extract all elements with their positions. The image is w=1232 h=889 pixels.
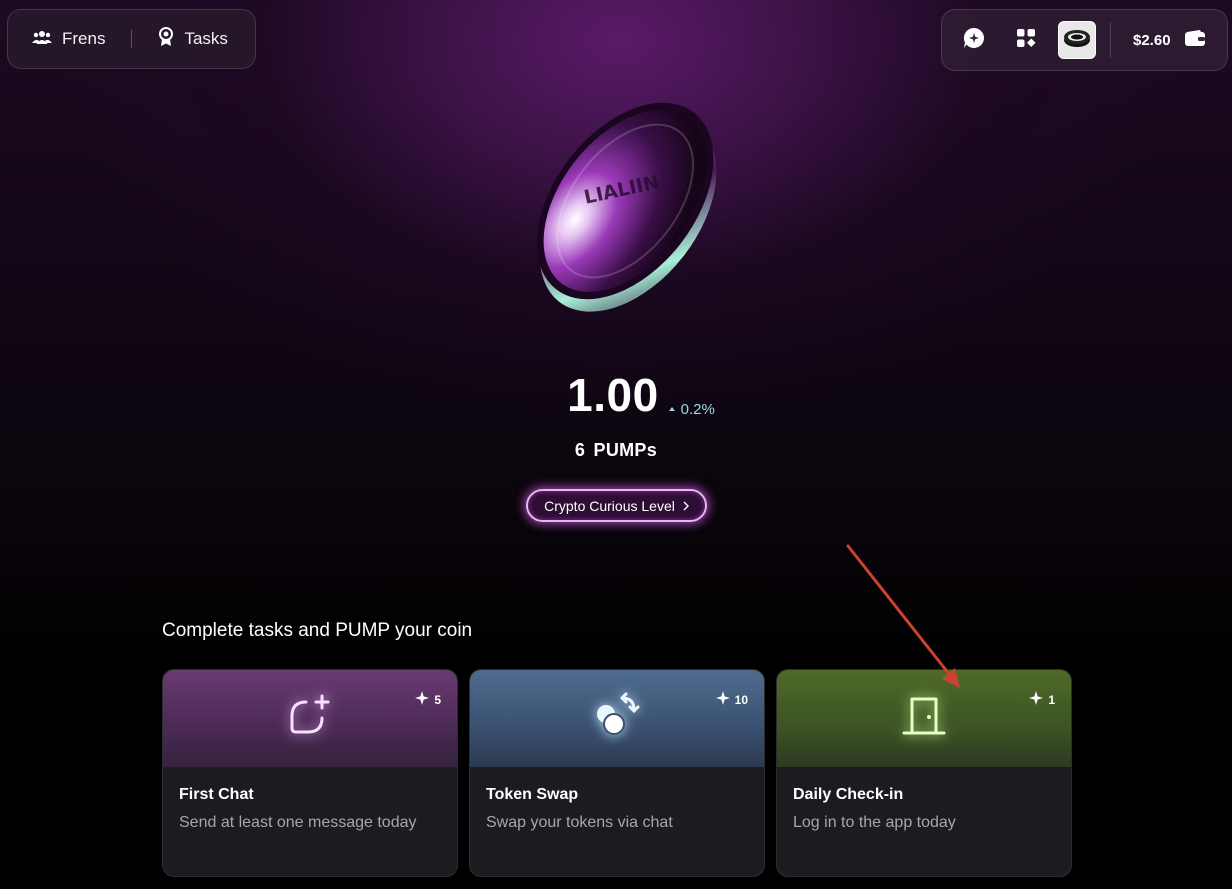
coin-change: 0.2%	[668, 400, 715, 418]
sparkle-icon	[1029, 691, 1044, 708]
task-points: 10	[715, 691, 748, 708]
sparkle-icon	[415, 691, 430, 708]
coin-stats: 1.00 0.2%	[0, 368, 1232, 422]
nav-divider	[131, 30, 133, 48]
task-points-value: 5	[434, 692, 441, 707]
chat-plus-icon	[286, 694, 334, 743]
coin-value: 1.00	[567, 369, 659, 421]
apps-button[interactable]	[1008, 22, 1044, 58]
wallet-balance: $2.60	[1133, 31, 1171, 49]
task-points: 5	[415, 691, 441, 708]
task-card-daily-check-in[interactable]: 1 Daily Check-in Log in to the app today	[776, 669, 1072, 877]
task-card-banner: 1	[777, 670, 1071, 767]
task-points: 1	[1029, 691, 1055, 708]
coin-change-value: 0.2%	[680, 400, 715, 418]
task-title: Token Swap	[486, 786, 579, 803]
door-icon	[902, 695, 946, 742]
top-toolbar: $2.60	[941, 9, 1228, 71]
nav-tasks-label: Tasks	[184, 29, 228, 48]
sparkle-icon	[715, 691, 730, 708]
swap-coins-icon	[592, 692, 642, 745]
wallet-icon	[1184, 30, 1205, 50]
nav-frens-label: Frens	[62, 29, 106, 48]
task-description: Send at least one message today	[179, 814, 417, 831]
task-description: Log in to the app today	[793, 814, 956, 831]
top-nav: Frens Tasks	[7, 9, 256, 69]
task-points-value: 1	[1048, 692, 1055, 707]
wallet-balance-button[interactable]: $2.60	[1133, 30, 1205, 50]
coin-avatar-icon	[1062, 27, 1092, 54]
users-icon	[32, 29, 52, 50]
coin-image: LIALIIN	[510, 88, 740, 324]
task-title: First Chat	[179, 786, 254, 803]
toolbar-divider	[1110, 22, 1111, 58]
nav-frens[interactable]: Frens	[32, 29, 105, 50]
task-card-token-swap[interactable]: 10 Token Swap Swap your tokens via chat	[469, 669, 765, 877]
award-icon	[158, 26, 174, 52]
chevron-right-icon	[683, 498, 689, 514]
level-label: Crypto Curious Level	[544, 497, 675, 514]
chat-button[interactable]	[956, 22, 992, 58]
trend-up-icon	[668, 407, 675, 411]
task-description: Swap your tokens via chat	[486, 814, 673, 831]
task-card-banner: 10	[470, 670, 764, 767]
avatar[interactable]	[1058, 21, 1096, 59]
pumps-count: 6 PUMPs	[574, 440, 658, 460]
task-card-banner: 5	[163, 670, 457, 767]
tasks-section-title: Complete tasks and PUMP your coin	[162, 620, 473, 641]
task-points-value: 10	[734, 692, 748, 707]
nav-tasks[interactable]: Tasks	[158, 26, 228, 52]
apps-grid-icon	[1016, 28, 1036, 53]
task-card-first-chat[interactable]: 5 First Chat Send at least one message t…	[162, 669, 458, 877]
task-title: Daily Check-in	[793, 786, 904, 803]
chat-sparkle-icon	[962, 26, 986, 55]
level-button[interactable]: Crypto Curious Level	[526, 489, 707, 522]
